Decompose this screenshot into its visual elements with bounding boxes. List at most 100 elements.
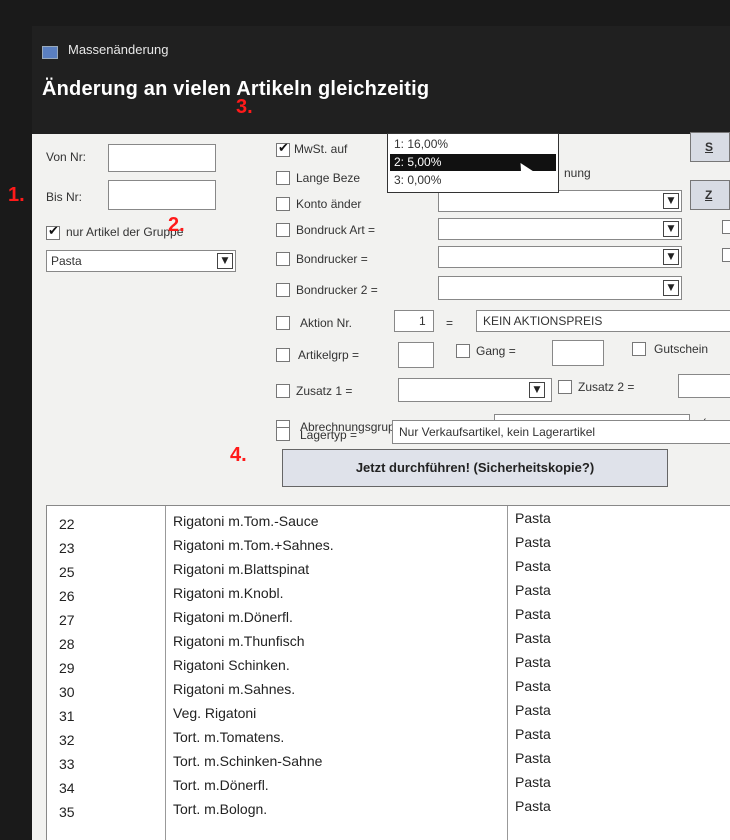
row-nr: 32 [59,732,75,748]
table-row[interactable]: 35 Tort. m.Bologn. Pasta [47,798,730,824]
row-name: Rigatoni m.Knobl. [173,585,284,601]
annotation-4: 4. [230,444,247,466]
table-row[interactable]: 30 Rigatoni m.Sahnes. Pasta [47,678,730,704]
chevron-down-icon[interactable]: ▼ [217,253,233,269]
side-checkbox-2[interactable] [722,248,730,262]
row-name: Tort. m.Bologn. [173,801,268,817]
zusatz1-select[interactable]: ▼ [398,378,552,402]
row-group: Pasta [515,654,551,670]
row-name: Rigatoni m.Tom.-Sauce [173,513,319,529]
chevron-down-icon[interactable]: ▼ [529,382,545,398]
row-nr: 33 [59,756,75,772]
row-group: Pasta [515,534,551,550]
row-group: Pasta [515,702,551,718]
row-name: Rigatoni m.Dönerfl. [173,609,293,625]
mwst-dropdown-list[interactable]: 1: 16,00% 2: 5,00% 3: 0,00% [387,133,559,193]
artikelgrp-input[interactable] [398,342,434,368]
run-button[interactable]: Jetzt durchführen! (Sicherheitskopie?) [282,449,668,487]
table-row[interactable]: 34 Tort. m.Dönerfl. Pasta [47,774,730,800]
konto-select[interactable]: ▼ [438,190,682,212]
mwst-option-1[interactable]: 1: 16,00% [390,136,556,153]
konto-checkbox[interactable] [276,197,290,211]
row-nr: 31 [59,708,75,724]
von-nr-label: Von Nr: [46,150,87,164]
bondrucker2-select[interactable]: ▼ [438,276,682,300]
bondruck-art-checkbox[interactable] [276,223,290,237]
bondrucker-select[interactable]: ▼ [438,246,682,268]
table-row[interactable]: 22 Rigatoni m.Tom.-Sauce Pasta [47,510,730,536]
row-name: Rigatoni m.Thunfisch [173,633,305,649]
chevron-down-icon[interactable]: ▼ [663,221,679,237]
group-select[interactable]: Pasta ▼ [46,250,236,272]
table-row[interactable]: 29 Rigatoni Schinken. Pasta [47,654,730,680]
table-row[interactable]: 33 Tort. m.Schinken-Sahne Pasta [47,750,730,776]
row-name: Rigatoni m.Sahnes. [173,681,296,697]
row-nr: 28 [59,636,75,652]
gang-checkbox[interactable] [456,344,470,358]
artikelgrp-checkbox[interactable] [276,348,290,362]
side-checkbox-1[interactable] [722,220,730,234]
bis-nr-input[interactable] [108,180,216,210]
table-row[interactable]: 31 Veg. Rigatoni Pasta [47,702,730,728]
window-icon [42,46,58,59]
table-row[interactable]: 32 Tort. m.Tomatens. Pasta [47,726,730,752]
row-name: Tort. m.Schinken-Sahne [173,753,323,769]
row-nr: 29 [59,660,75,676]
chevron-down-icon[interactable]: ▼ [663,193,679,209]
table-row[interactable]: 25 Rigatoni m.Blattspinat Pasta [47,558,730,584]
chevron-down-icon[interactable]: ▼ [663,249,679,265]
title-bar: Massenänderung Änderung an vielen Artike… [32,26,730,134]
bondrucker2-checkbox[interactable] [276,283,290,297]
bondruck-art-label: Bondruck Art = [296,223,376,237]
gutschein-label: Gutschein [654,342,709,356]
side-button-s[interactable]: S [690,132,730,162]
row-group: Pasta [515,510,551,526]
table-row[interactable]: 23 Rigatoni m.Tom.+Sahnes. Pasta [47,534,730,560]
gutschein-checkbox[interactable] [632,342,646,356]
annotation-1: 1. [8,184,25,206]
zusatz1-checkbox[interactable] [276,384,290,398]
row-group: Pasta [515,582,551,598]
row-group: Pasta [515,726,551,742]
mwst-label: MwSt. auf [294,142,348,156]
row-name: Rigatoni m.Tom.+Sahnes. [173,537,334,553]
bondrucker-checkbox[interactable] [276,252,290,266]
bondrucker-label: Bondrucker = [296,252,368,266]
gang-input[interactable] [552,340,604,366]
lagertyp-cb[interactable] [276,427,290,441]
row-group: Pasta [515,774,551,790]
von-nr-input[interactable] [108,144,216,172]
lange-checkbox[interactable] [276,171,290,185]
article-list[interactable]: 22 Rigatoni m.Tom.-Sauce Pasta 23 Rigatoni m… [46,505,730,840]
table-row[interactable]: 26 Rigatoni m.Knobl. Pasta [47,582,730,608]
mwst-option-3[interactable]: 3: 0,00% [390,172,556,189]
zusatz2-checkbox[interactable] [558,380,572,394]
side-button-z[interactable]: Z [690,180,730,210]
table-row[interactable]: 28 Rigatoni m.Thunfisch Pasta [47,630,730,656]
row-nr: 27 [59,612,75,628]
row-nr: 34 [59,780,75,796]
group-select-value: Pasta [51,254,82,268]
annotation-3: 3. [236,96,253,118]
mwst-checkbox[interactable] [276,141,290,157]
konto-label: Konto änder [296,197,362,211]
lange-label: Lange Beze [296,171,361,185]
table-row[interactable]: 27 Rigatoni m.Dönerfl. Pasta [47,606,730,632]
group-only-checkbox[interactable] [46,224,60,240]
row-nr: 26 [59,588,75,604]
window-title: Massenänderung [68,42,169,57]
chevron-down-icon[interactable]: ▼ [663,280,679,296]
row-nr: 35 [59,804,75,820]
bondrucker2-label: Bondrucker 2 = [296,283,378,297]
gang-label: Gang = [476,344,516,358]
row-group: Pasta [515,558,551,574]
lagertyp-select[interactable]: Nur Verkaufsartikel, kein Lagerartikel [392,420,730,444]
aktion-checkbox[interactable] [276,316,290,330]
artikelgrp-label: Artikelgrp = [298,348,360,362]
aktion-nr-input[interactable]: 1 [394,310,434,332]
row-group: Pasta [515,678,551,694]
aktion-value-field[interactable]: KEIN AKTIONSPREIS [476,310,730,332]
zusatz2-select[interactable] [678,374,730,398]
annotation-2: 2. [168,214,185,236]
bondruck-art-select[interactable]: ▼ [438,218,682,240]
